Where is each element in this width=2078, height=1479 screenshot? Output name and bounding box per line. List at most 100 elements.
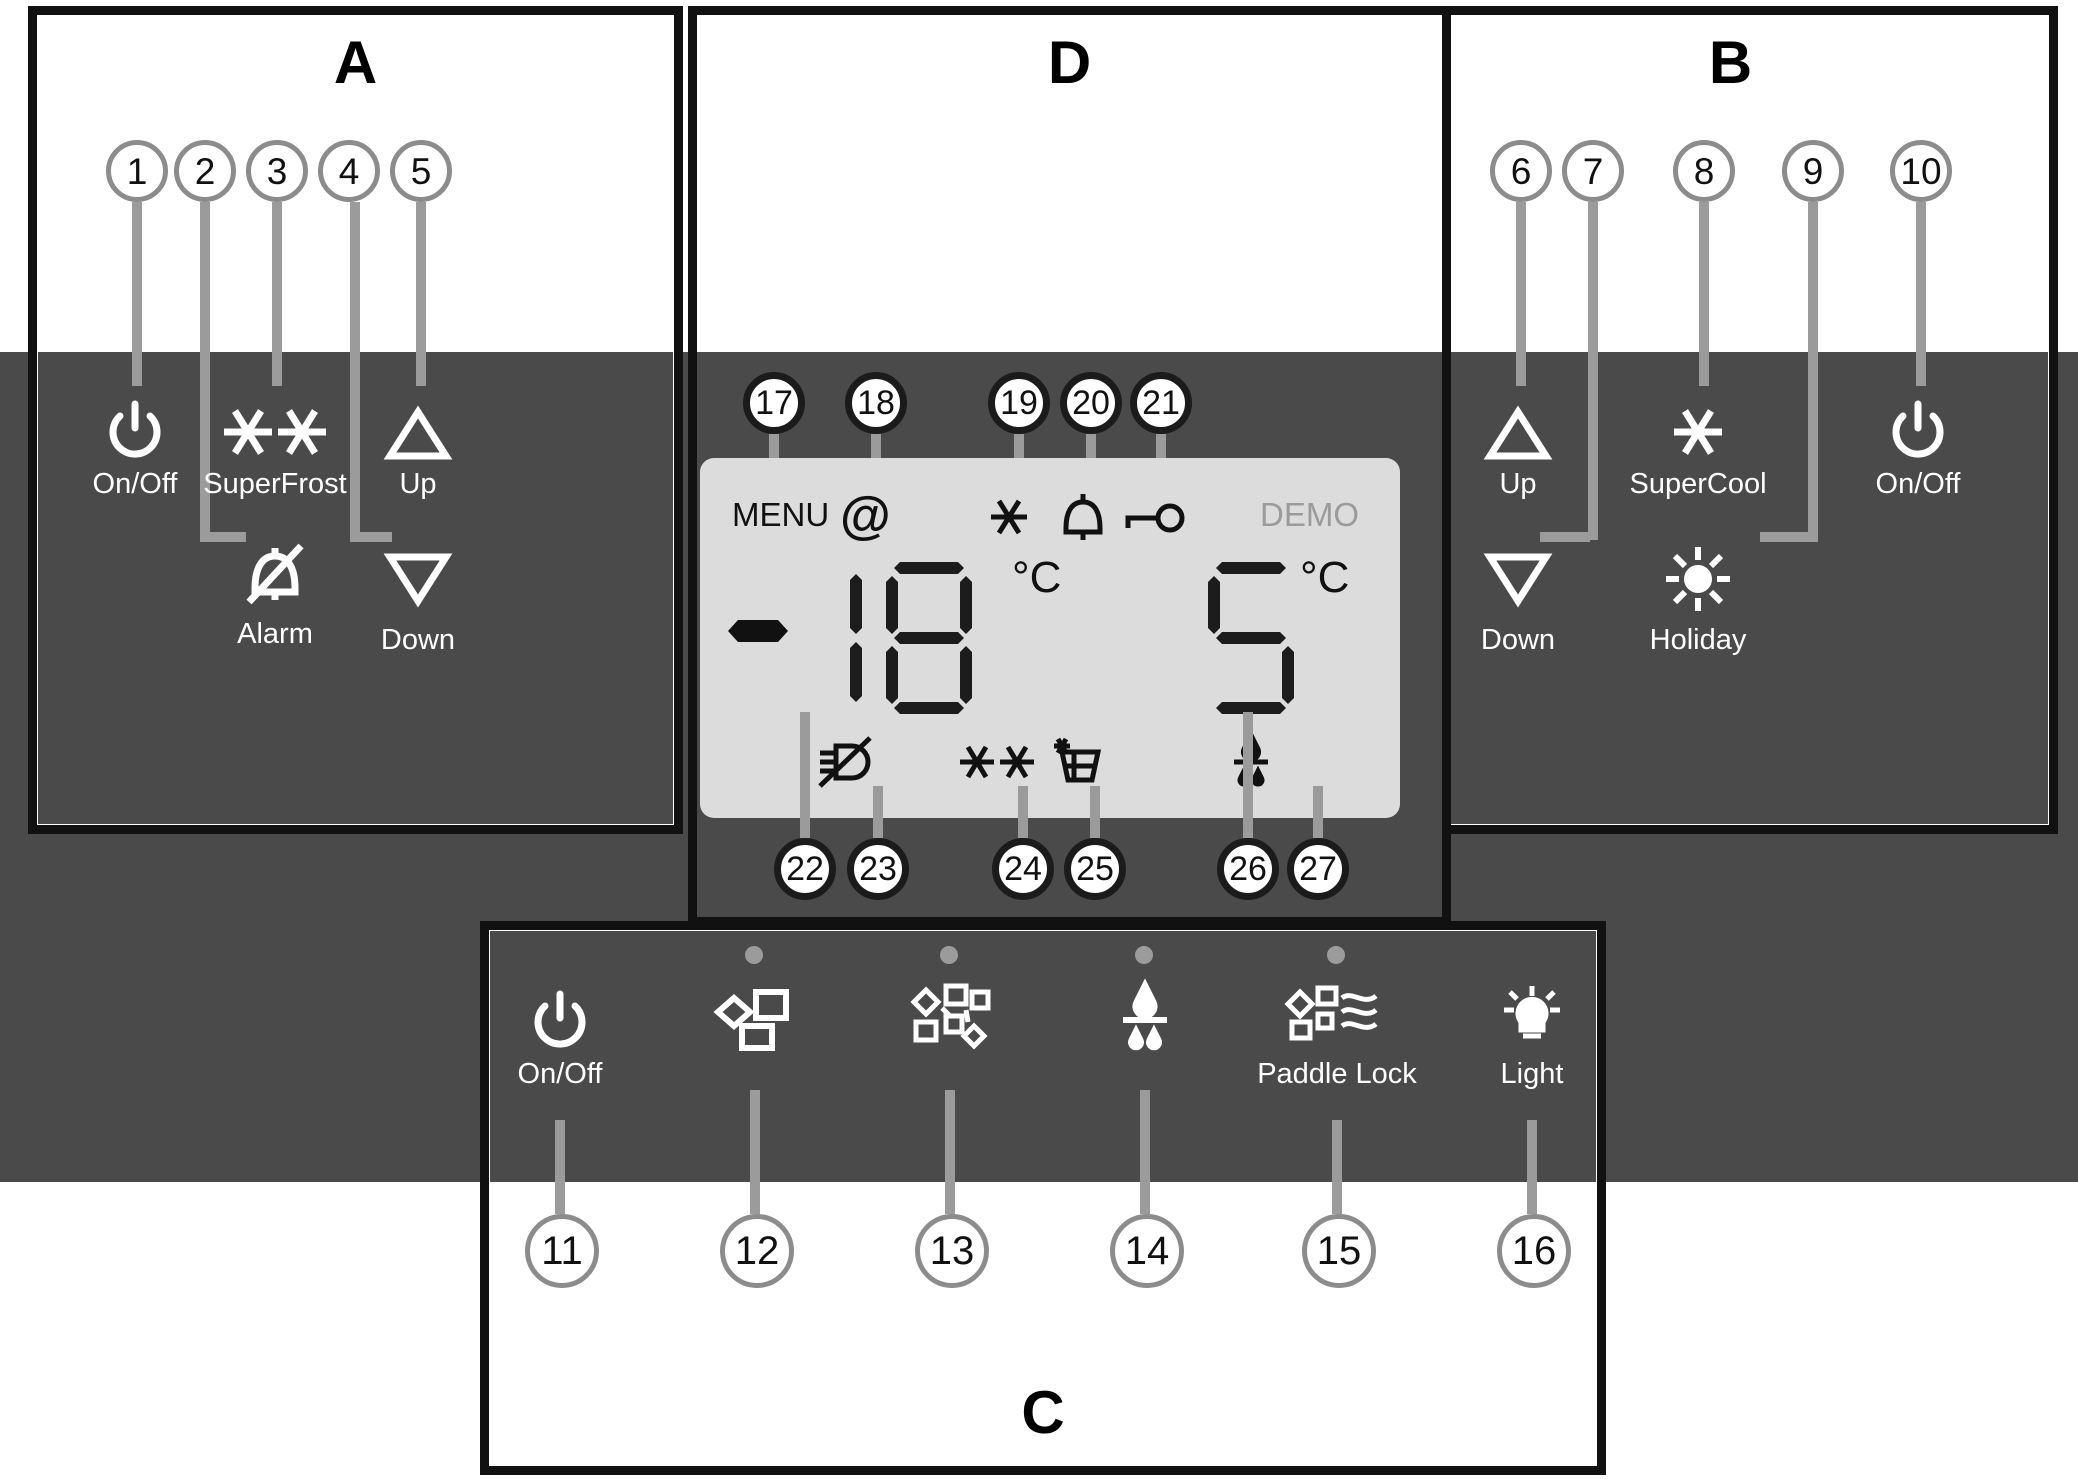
leader-14	[1140, 1090, 1150, 1214]
lcd-freezer-digits	[806, 558, 1006, 718]
indicator-dot-paddle-lock	[1327, 946, 1345, 964]
key-fridge-on-off[interactable]: On/Off	[1818, 390, 2018, 501]
callout-17[interactable]: 17	[743, 372, 805, 434]
key-paddle-lock[interactable]: Paddle Lock	[1237, 980, 1437, 1091]
leader-15	[1332, 1120, 1342, 1214]
lcd-demo-label: DEMO	[1260, 496, 1359, 533]
callout-25[interactable]: 25	[1064, 838, 1126, 900]
leader-9-v	[1808, 202, 1818, 540]
callout-18[interactable]: 18	[845, 372, 907, 434]
leader-5	[416, 202, 426, 386]
leader-25	[1090, 786, 1100, 838]
plug-crossed-icon	[812, 736, 874, 788]
callout-21[interactable]: 21	[1130, 372, 1192, 434]
callout-10[interactable]: 10	[1890, 140, 1952, 202]
sun-icon	[1598, 540, 1798, 618]
panel-a-letter-top: A	[333, 29, 378, 96]
leader-22	[800, 712, 810, 838]
leader-26	[1243, 712, 1253, 838]
callout-24[interactable]: 24	[992, 838, 1054, 900]
key-supercool-label: SuperCool	[1629, 468, 1767, 500]
key-supercool[interactable]: SuperCool	[1598, 390, 1798, 501]
callout-9[interactable]: 9	[1782, 140, 1844, 202]
key-freezer-down[interactable]: Down	[318, 540, 518, 657]
key-fridge-on-off-label: On/Off	[1875, 468, 1961, 500]
triangle-up-icon	[1418, 390, 1618, 462]
leader-16	[1527, 1120, 1537, 1214]
callout-12[interactable]: 12	[720, 1214, 794, 1288]
key-dispenser-on-off-label: On/Off	[517, 1058, 603, 1090]
callout-4[interactable]: 4	[318, 140, 380, 202]
key-holiday-label: Holiday	[1649, 624, 1747, 656]
leader-8	[1699, 202, 1709, 386]
triangle-up-icon	[318, 390, 518, 462]
key-max-ice[interactable]	[850, 980, 1050, 1058]
callout-23[interactable]: 23	[847, 838, 909, 900]
icemaker-icon	[655, 980, 855, 1052]
snowflake-icon	[1598, 390, 1798, 462]
callout-5[interactable]: 5	[390, 140, 452, 202]
callout-6[interactable]: 6	[1490, 140, 1552, 202]
callout-13[interactable]: 13	[915, 1214, 989, 1288]
leader-27	[1313, 786, 1323, 838]
at-sign-icon: @	[840, 487, 891, 545]
triangle-down-icon	[1418, 540, 1618, 618]
water-droplet-icon	[1045, 978, 1245, 1052]
lcd-menu-label: MENU	[732, 496, 830, 533]
power-icon	[1818, 390, 2018, 462]
callout-2[interactable]: 2	[174, 140, 236, 202]
indicator-dot-water	[1135, 946, 1153, 964]
callout-8[interactable]: 8	[1673, 140, 1735, 202]
callout-3[interactable]: 3	[246, 140, 308, 202]
bell-icon	[1058, 488, 1108, 544]
leader-10	[1916, 202, 1926, 386]
key-fridge-up-label: Up	[1499, 468, 1537, 500]
key-fridge-down-label: Down	[1480, 624, 1556, 656]
paddle-lock-icon	[1237, 980, 1437, 1052]
indicator-dot-max-ice	[940, 946, 958, 964]
key-light-label: Light	[1500, 1058, 1564, 1090]
callout-26[interactable]: 26	[1217, 838, 1279, 900]
leader-3	[272, 202, 282, 386]
callout-27[interactable]: 27	[1287, 838, 1349, 900]
panel-d-letter: D	[1047, 29, 1092, 96]
lcd-freezer-unit: °C	[1012, 553, 1062, 602]
callout-22[interactable]: 22	[774, 838, 836, 900]
snowflake-icon	[988, 496, 1030, 538]
key-light[interactable]: Light	[1432, 980, 1632, 1091]
key-holiday[interactable]: Holiday	[1598, 540, 1798, 657]
key-freezer-up[interactable]: Up	[318, 390, 518, 501]
max-ice-icon	[850, 980, 1050, 1052]
key-freezer-down-label: Down	[380, 624, 456, 656]
key-dispenser-on-off[interactable]: On/Off	[460, 980, 660, 1091]
key-fridge-up[interactable]: Up	[1418, 390, 1618, 501]
light-bulb-icon	[1432, 980, 1632, 1052]
callout-20[interactable]: 20	[1060, 372, 1122, 434]
key-paddle-lock-label: Paddle Lock	[1257, 1058, 1417, 1090]
leader-6	[1516, 202, 1526, 386]
callout-11[interactable]: 11	[525, 1214, 599, 1288]
key-freezer-up-label: Up	[399, 468, 437, 500]
callout-15[interactable]: 15	[1302, 1214, 1376, 1288]
leader-11	[555, 1120, 565, 1214]
double-snowflake-icon	[956, 740, 1040, 784]
key-icemaker[interactable]	[655, 980, 855, 1058]
panel-b-letter: B	[1708, 29, 1753, 96]
leader-12	[750, 1090, 760, 1214]
leader-13	[945, 1090, 955, 1214]
lcd-fridge-digits	[1200, 558, 1300, 718]
key-fridge-down[interactable]: Down	[1418, 540, 1618, 657]
callout-1[interactable]: 1	[106, 140, 168, 202]
leader-24	[1018, 786, 1028, 838]
callout-16[interactable]: 16	[1497, 1214, 1571, 1288]
key-water[interactable]	[1045, 978, 1245, 1058]
callout-7[interactable]: 7	[1562, 140, 1624, 202]
indicator-dot-icemaker	[745, 946, 763, 964]
callout-19[interactable]: 19	[988, 372, 1050, 434]
key-icon	[1124, 498, 1186, 538]
ice-container-icon	[1052, 734, 1108, 786]
triangle-down-icon	[318, 540, 518, 618]
panel-c-letter: C	[1021, 1379, 1065, 1446]
callout-14[interactable]: 14	[1110, 1214, 1184, 1288]
leader-1	[132, 202, 142, 386]
